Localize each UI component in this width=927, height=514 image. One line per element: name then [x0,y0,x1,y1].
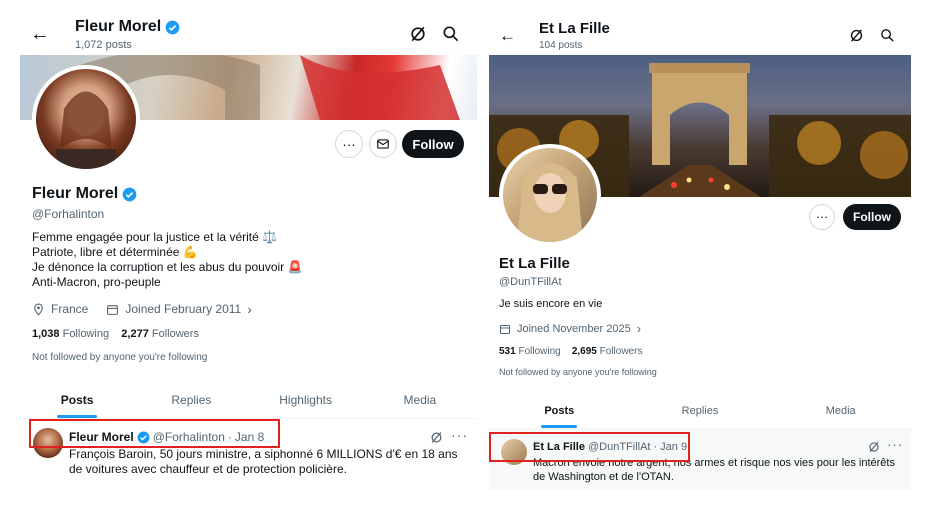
post-text: François Baroin, 50 jours ministre, a si… [69,447,458,476]
follow-button[interactable]: Follow [402,130,464,158]
arrow-left-icon[interactable]: ← [30,24,50,44]
followers-label: Followers [151,328,199,340]
profile-avatar[interactable] [499,144,601,246]
search-icon[interactable] [879,27,896,44]
following-count: 1,038 [32,328,60,340]
chevron-right-icon[interactable]: › [637,321,641,336]
followers-link[interactable]: 2,695 Followers [572,346,643,357]
grok-icon[interactable] [429,430,444,445]
calendar-icon [500,324,510,334]
grok-icon[interactable] [848,27,865,44]
arrow-left-icon[interactable]: ← [499,26,516,46]
tab-posts[interactable]: Posts [20,393,134,418]
tab-replies[interactable]: Replies [630,405,771,417]
more-icon[interactable]: ··· [887,437,903,452]
location-pin-icon [34,303,43,316]
followed-by-note: Not followed by anyone you're following [499,367,657,377]
right-profile-panel: ← Et La Fille 104 posts … Follow Et La F… [489,0,911,490]
header-post-count: 1,072 posts [75,39,132,51]
envelope-icon [377,139,389,149]
followed-by-note: Not followed by anyone you're following [32,352,208,363]
following-link[interactable]: 531 Following [499,346,561,357]
more-button[interactable]: … [809,204,835,230]
grok-icon[interactable] [408,24,428,44]
followers-count: 2,695 [571,346,597,357]
more-button[interactable]: … [335,130,363,158]
profile-joined: Joined November 2025 [517,322,631,335]
header-title-row: Fleur Morel [75,18,180,36]
profile-name: Et La Fille [499,255,570,272]
header-post-count: 104 posts [539,40,583,51]
tab-label: Highlights [279,393,332,407]
tab-posts[interactable]: Posts [489,405,630,428]
profile-meta: Joined November 2025 › [499,321,641,336]
profile-bio: Je suis encore en vie [499,298,603,310]
followers-label: Followers [599,346,643,357]
highlight-box [489,432,690,462]
avatar-portrait [517,163,583,242]
tab-media[interactable]: Media [363,393,477,407]
profile-avatar[interactable] [32,65,140,173]
following-link[interactable]: 1,038 Following [32,328,109,340]
tab-label: Posts [60,393,94,407]
profile-tabs: Posts Replies Media [489,405,911,428]
tab-label: Media [825,405,856,417]
grok-icon[interactable] [867,440,881,454]
following-label: Following [518,346,561,357]
profile-tabs: Posts Replies Highlights Media [20,393,477,418]
verified-badge-icon [165,20,180,34]
header-title: Et La Fille [539,20,610,37]
tab-label: Replies [171,393,212,407]
followers-count: 2,277 [121,328,149,340]
left-profile-panel: ← Fleur Morel 1,072 posts … Follow Fleur… [20,0,477,490]
tab-label: Replies [681,405,719,417]
message-button[interactable] [369,130,397,158]
highlight-box [29,419,280,448]
profile-name-row: Fleur Morel [32,185,137,203]
following-count: 531 [499,346,516,357]
tab-label: Media [403,393,437,407]
profile-handle: @Forhalinton [32,207,105,221]
header-title: Fleur Morel [75,18,162,35]
verified-badge-icon [122,187,137,201]
following-label: Following [62,328,110,340]
profile-stats: 1,038 Following 2,277 Followers [32,328,199,340]
profile-name: Fleur Morel [32,185,119,202]
profile-location: France [51,302,89,316]
bio-line: Anti-Macron, pro-peuple [32,275,161,289]
followers-link[interactable]: 2,277 Followers [121,328,199,340]
profile-joined: Joined February 2011 [125,302,242,316]
chevron-right-icon[interactable]: › [247,301,252,317]
bio-line: Patriote, libre et déterminée 💪 [32,245,198,259]
profile-header: ← Fleur Morel 1,072 posts [20,0,477,55]
bio-line: Femme engagée pour la justice et la véri… [32,230,278,244]
more-icon: … [342,133,356,149]
follow-button[interactable]: Follow [843,204,901,230]
profile-stats: 531 Following 2,695 Followers [499,346,642,357]
profile-meta: France Joined February 2011 › [32,301,252,317]
tab-highlights[interactable]: Highlights [249,393,363,407]
profile-handle: @DunTFillAt [499,276,562,288]
profile-header: ← Et La Fille 104 posts [489,0,911,55]
calendar-icon [107,304,119,315]
tab-media[interactable]: Media [770,405,911,417]
tab-replies[interactable]: Replies [134,393,248,407]
tab-label: Posts [544,405,575,417]
more-icon[interactable]: ··· [451,427,468,443]
avatar-portrait [56,91,116,169]
bio-line: Je dénonce la corruption et les abus du … [32,260,303,274]
more-icon: … [815,206,829,221]
search-icon[interactable] [441,24,461,44]
